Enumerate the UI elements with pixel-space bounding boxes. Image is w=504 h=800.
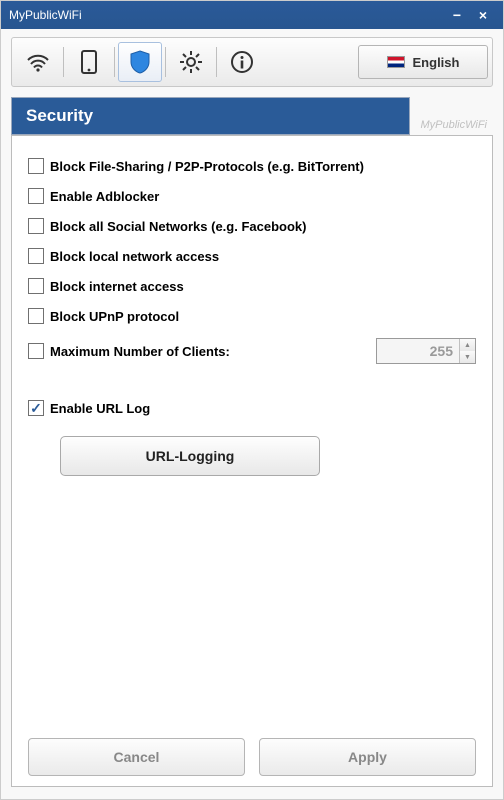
option-block-upnp: Block UPnP protocol bbox=[28, 308, 476, 324]
max-clients-stepper[interactable]: 255 ▲ ▼ bbox=[376, 338, 476, 364]
minimize-button[interactable]: − bbox=[445, 5, 469, 25]
language-label: English bbox=[413, 55, 460, 70]
phone-icon bbox=[81, 50, 97, 74]
cancel-button[interactable]: Cancel bbox=[28, 738, 245, 776]
window-title: MyPublicWiFi bbox=[9, 8, 443, 22]
wifi-icon bbox=[25, 52, 51, 72]
option-block-internet: Block internet access bbox=[28, 278, 476, 294]
tab-security[interactable] bbox=[118, 42, 162, 82]
tab-settings[interactable] bbox=[169, 42, 213, 82]
checkbox-block-p2p[interactable] bbox=[28, 158, 44, 174]
tab-clients[interactable] bbox=[67, 42, 111, 82]
checkbox-enable-url-log[interactable] bbox=[28, 400, 44, 416]
max-clients-value: 255 bbox=[377, 339, 459, 363]
titlebar: MyPublicWiFi − × bbox=[1, 1, 503, 29]
label-block-social: Block all Social Networks (e.g. Facebook… bbox=[50, 219, 306, 234]
label-block-upnp: Block UPnP protocol bbox=[50, 309, 179, 324]
checkbox-enable-adblocker[interactable] bbox=[28, 188, 44, 204]
tab-network[interactable] bbox=[16, 42, 60, 82]
option-enable-adblocker: Enable Adblocker bbox=[28, 188, 476, 204]
stepper-down-button[interactable]: ▼ bbox=[460, 351, 475, 363]
content-area: English Security MyPublicWiFi Block File… bbox=[1, 29, 503, 799]
divider bbox=[114, 47, 115, 77]
checkbox-block-upnp[interactable] bbox=[28, 308, 44, 324]
toolbar: English bbox=[11, 37, 493, 87]
checkbox-block-local[interactable] bbox=[28, 248, 44, 264]
close-button[interactable]: × bbox=[471, 5, 495, 25]
tab-info[interactable] bbox=[220, 42, 264, 82]
footer-buttons: Cancel Apply bbox=[28, 726, 476, 776]
label-max-clients: Maximum Number of Clients: bbox=[50, 344, 230, 359]
checkbox-max-clients[interactable] bbox=[28, 343, 44, 359]
label-enable-url-log: Enable URL Log bbox=[50, 401, 150, 416]
option-enable-url-log: Enable URL Log bbox=[28, 400, 476, 416]
option-block-social: Block all Social Networks (e.g. Facebook… bbox=[28, 218, 476, 234]
section-header: Security bbox=[11, 97, 410, 135]
divider bbox=[63, 47, 64, 77]
label-enable-adblocker: Enable Adblocker bbox=[50, 189, 159, 204]
option-block-p2p: Block File-Sharing / P2P-Protocols (e.g.… bbox=[28, 158, 476, 174]
section-title: Security bbox=[26, 106, 93, 126]
divider bbox=[216, 47, 217, 77]
option-block-local: Block local network access bbox=[28, 248, 476, 264]
watermark: MyPublicWiFi bbox=[410, 119, 493, 135]
flag-uk-icon bbox=[387, 56, 405, 68]
label-block-local: Block local network access bbox=[50, 249, 219, 264]
language-button[interactable]: English bbox=[358, 45, 488, 79]
checkbox-block-internet[interactable] bbox=[28, 278, 44, 294]
label-block-p2p: Block File-Sharing / P2P-Protocols (e.g.… bbox=[50, 159, 364, 174]
apply-button[interactable]: Apply bbox=[259, 738, 476, 776]
checkbox-block-social[interactable] bbox=[28, 218, 44, 234]
gear-icon bbox=[179, 50, 203, 74]
url-logging-button[interactable]: URL-Logging bbox=[60, 436, 320, 476]
option-max-clients: Maximum Number of Clients: 255 ▲ ▼ bbox=[28, 338, 476, 364]
app-window: MyPublicWiFi − × bbox=[0, 0, 504, 800]
label-block-internet: Block internet access bbox=[50, 279, 184, 294]
stepper-up-button[interactable]: ▲ bbox=[460, 339, 475, 351]
shield-icon bbox=[129, 50, 151, 74]
divider bbox=[165, 47, 166, 77]
info-icon bbox=[230, 50, 254, 74]
security-panel: Block File-Sharing / P2P-Protocols (e.g.… bbox=[11, 135, 493, 787]
